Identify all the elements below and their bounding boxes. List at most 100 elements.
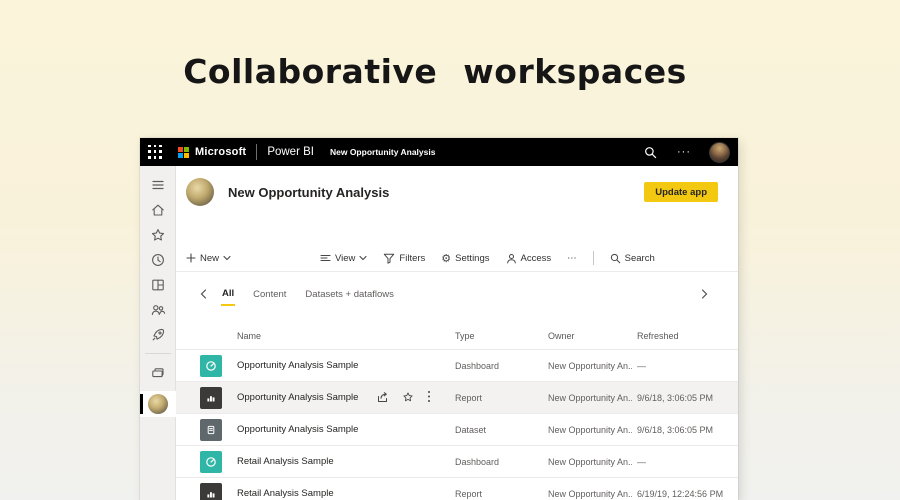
slide-title: Collaborative workspaces: [183, 52, 687, 91]
item-refreshed: —: [637, 457, 646, 467]
workspaces-icon[interactable]: [140, 360, 176, 385]
report-icon: [207, 396, 215, 402]
nav-sidebar: [140, 166, 176, 500]
app-launcher-icon[interactable]: [148, 144, 163, 160]
plus-icon: [186, 253, 196, 263]
chevron-down-icon: [223, 255, 231, 261]
view-button[interactable]: View: [320, 253, 367, 264]
more-options-icon[interactable]: ···: [677, 146, 691, 158]
item-type: Dashboard: [455, 361, 500, 371]
new-button[interactable]: New: [186, 253, 231, 264]
settings-button-label: Settings: [455, 252, 490, 264]
topbar-workspace-name: New Opportunity Analysis: [329, 147, 436, 157]
shared-people-icon[interactable]: [140, 297, 176, 322]
item-type-tile: [200, 451, 222, 473]
item-refreshed: —: [637, 361, 646, 371]
search-icon[interactable]: [644, 146, 657, 159]
item-owner: New Opportunity An...: [548, 457, 632, 467]
report-icon: [207, 492, 215, 498]
table-body: Opportunity Analysis Sample Dashboard Ne…: [176, 349, 738, 500]
column-header-type: Type: [455, 331, 475, 341]
update-app-button[interactable]: Update app: [644, 182, 718, 202]
tab-content[interactable]: Content: [252, 284, 287, 305]
item-type: Dataset: [455, 425, 487, 435]
item-owner: New Opportunity An...: [548, 489, 632, 499]
item-refreshed: 9/6/18, 3:06:05 PM: [637, 393, 714, 403]
tabs-scroll-right-icon[interactable]: [701, 289, 708, 299]
tabs-scroll-left-icon[interactable]: [200, 289, 207, 299]
toolbar-search[interactable]: Search: [610, 253, 655, 264]
item-name: Retail Analysis Sample: [237, 488, 334, 499]
recent-clock-icon[interactable]: [140, 247, 176, 272]
row-actions: [376, 390, 431, 408]
item-type-tile: [200, 355, 222, 377]
favorites-star-icon[interactable]: [140, 222, 176, 247]
page-title: New Opportunity Analysis: [228, 185, 390, 200]
item-type-tile: [200, 387, 222, 409]
workspace-avatar: [186, 178, 214, 206]
filters-button[interactable]: Filters: [383, 253, 425, 264]
item-owner: New Opportunity An...: [548, 361, 632, 371]
app-top-bar: Microsoft Power BI New Opportunity Analy…: [140, 138, 738, 166]
item-name: Opportunity Analysis Sample: [237, 392, 359, 403]
chevron-down-icon: [359, 255, 367, 261]
item-refreshed: 6/19/19, 12:24:56 PM: [637, 489, 724, 499]
toolbar-separator: [176, 271, 738, 272]
item-owner: New Opportunity An...: [548, 425, 632, 435]
dashboard-icon: [206, 361, 216, 371]
sidebar-item-current-workspace[interactable]: [140, 391, 176, 417]
table-header: Name Type Owner Refreshed: [176, 328, 738, 348]
column-header-owner: Owner: [548, 331, 575, 341]
view-button-label: View: [335, 252, 356, 264]
topbar-divider: [256, 144, 258, 160]
toolbar-more-button[interactable]: ⋯: [567, 253, 577, 264]
toolbar-search-label: Search: [624, 252, 655, 264]
column-header-refreshed: Refreshed: [637, 331, 679, 341]
current-workspace-avatar: [147, 394, 168, 414]
new-button-label: New: [200, 252, 220, 264]
item-owner: New Opportunity An...: [548, 393, 632, 403]
item-name: Retail Analysis Sample: [237, 456, 334, 467]
settings-button[interactable]: ⚙ Settings: [441, 253, 489, 264]
microsoft-logo-icon: [178, 146, 189, 158]
item-type: Dashboard: [455, 457, 500, 467]
dashboard-icon: [206, 457, 216, 467]
toolbar: New View Filters ⚙ Settings Access ⋯ Sea…: [176, 249, 738, 267]
toolbar-divider: [592, 251, 594, 265]
powerbi-window: Microsoft Power BI New Opportunity Analy…: [140, 138, 738, 500]
product-name[interactable]: Power BI: [267, 146, 314, 158]
apps-icon[interactable]: [140, 272, 176, 297]
column-header-name: Name: [237, 331, 262, 341]
table-row[interactable]: Retail Analysis Sample Report New Opport…: [176, 477, 738, 500]
item-type: Report: [455, 393, 483, 403]
table-row[interactable]: Opportunity Analysis Sample Dataset New …: [176, 413, 738, 445]
share-icon[interactable]: [376, 390, 389, 408]
favorite-star-icon[interactable]: [402, 390, 414, 408]
item-refreshed: 9/6/18, 3:06:05 PM: [637, 425, 714, 435]
filter-funnel-icon: [383, 253, 395, 264]
gear-icon: ⚙: [441, 251, 452, 265]
list-view-icon: [320, 253, 331, 263]
row-more-icon[interactable]: [427, 390, 431, 408]
tab-all[interactable]: All: [221, 283, 236, 306]
person-icon: [506, 253, 517, 264]
item-type-tile: [200, 483, 222, 500]
item-type-tile: [200, 419, 222, 441]
user-avatar[interactable]: [709, 141, 730, 163]
content-tabs: All Content Datasets + dataflows: [176, 281, 738, 307]
menu-icon[interactable]: [140, 172, 176, 197]
access-button-label: Access: [520, 252, 552, 264]
item-name: Opportunity Analysis Sample: [237, 360, 359, 371]
table-row[interactable]: Retail Analysis Sample Dashboard New Opp…: [176, 445, 738, 477]
access-button[interactable]: Access: [506, 252, 552, 264]
search-icon: [610, 253, 621, 264]
dataset-icon: [207, 425, 215, 435]
learn-rocket-icon[interactable]: [140, 322, 176, 347]
tab-datasets-dataflows[interactable]: Datasets + dataflows: [304, 284, 394, 305]
home-icon[interactable]: [140, 197, 176, 222]
table-row[interactable]: Opportunity Analysis Sample Dashboard Ne…: [176, 349, 738, 381]
table-row[interactable]: Opportunity Analysis Sample Report New O…: [176, 381, 738, 413]
item-type: Report: [455, 489, 483, 499]
item-name: Opportunity Analysis Sample: [237, 424, 359, 435]
filters-button-label: Filters: [399, 252, 426, 264]
